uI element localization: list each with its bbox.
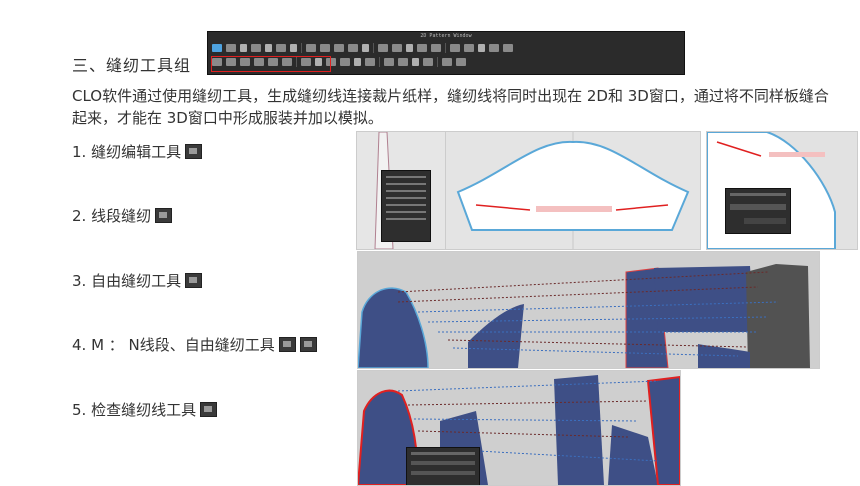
tool-icon	[464, 44, 474, 52]
tool-icon	[456, 58, 466, 66]
tool-icon	[503, 44, 513, 52]
screenshot-check-sewing	[357, 370, 681, 486]
tool-icon	[251, 44, 261, 52]
tool-icon	[320, 44, 330, 52]
tool-icon	[226, 44, 236, 52]
tool-icon	[450, 44, 460, 52]
item-free-sewing: 3. 自由缝纫工具	[72, 270, 203, 291]
item-label: 1. 缝纫编辑工具	[72, 143, 182, 161]
item-sewing-edit: 1. 缝纫编辑工具	[72, 141, 203, 162]
pattern-toolbar-screenshot: 2D Pattern Window	[207, 31, 685, 75]
tool-icon	[478, 44, 485, 52]
tool-icon	[392, 44, 402, 52]
check-sewing-icon	[200, 402, 218, 417]
screenshot-sewing-dialog	[706, 131, 858, 250]
item-segment-sewing: 2. 线段缝纫	[72, 205, 173, 226]
separator	[373, 43, 374, 53]
free-sewing-svg	[358, 252, 819, 368]
tool-icon	[442, 58, 452, 66]
tool-icon	[265, 44, 272, 52]
tool-icon	[306, 44, 316, 52]
item-check-sewing: 5. 检查缝纫线工具	[72, 399, 218, 420]
tool-icon	[431, 44, 441, 52]
tool-icon	[489, 44, 499, 52]
tool-icon	[412, 58, 419, 66]
tool-icon	[240, 44, 247, 52]
screenshot-sewing-edit-menu	[356, 131, 446, 250]
separator	[379, 57, 380, 67]
sewing-dialog-panel	[725, 188, 791, 234]
segment-sewing-icon	[155, 208, 173, 223]
mn-segment-sewing-icon	[278, 337, 296, 352]
screenshot-free-sewing-patterns	[357, 251, 820, 369]
check-sewing-dialog	[406, 447, 480, 485]
context-menu-panel	[381, 170, 431, 242]
item-label: 5. 检查缝纫线工具	[72, 401, 197, 419]
tool-icon	[362, 44, 369, 52]
select-icon	[212, 44, 222, 52]
intro-paragraph: CLO软件通过使用缝纫工具，生成缝纫线连接裁片纸样，缝纫线将同时出现在 2D和 …	[72, 87, 829, 127]
tool-icon	[276, 44, 286, 52]
screenshot-sleeve-pattern	[445, 131, 701, 250]
separator	[445, 43, 446, 53]
separator	[437, 57, 438, 67]
section-title: 三、缝纫工具组	[72, 56, 192, 75]
separator	[301, 43, 302, 53]
tool-icon	[384, 58, 394, 66]
tool-icon	[378, 44, 388, 52]
sleeve-pattern-svg	[446, 132, 700, 249]
tool-icon	[290, 44, 297, 52]
tool-icon	[406, 44, 413, 52]
sewing-tools-highlight	[211, 56, 331, 72]
tool-icon	[417, 44, 427, 52]
toolbar-row-1	[212, 42, 513, 54]
item-label: 3. 自由缝纫工具	[72, 272, 182, 290]
toolbar-title: 2D Pattern Window	[420, 33, 472, 39]
item-label: 2. 线段缝纫	[72, 207, 152, 225]
mn-free-sewing-icon	[299, 337, 317, 352]
tool-icon	[354, 58, 361, 66]
tool-icon	[340, 58, 350, 66]
tool-icon	[398, 58, 408, 66]
tool-icon	[334, 44, 344, 52]
tool-icon	[348, 44, 358, 52]
item-mn-sewing: 4. M ： N线段、自由缝纫工具	[72, 334, 317, 355]
item-label: 4. M ： N线段、自由缝纫工具	[72, 336, 275, 354]
tool-icon	[423, 58, 433, 66]
free-sewing-icon	[185, 273, 203, 288]
edit-sewing-icon	[185, 144, 203, 159]
tool-icon	[365, 58, 375, 66]
